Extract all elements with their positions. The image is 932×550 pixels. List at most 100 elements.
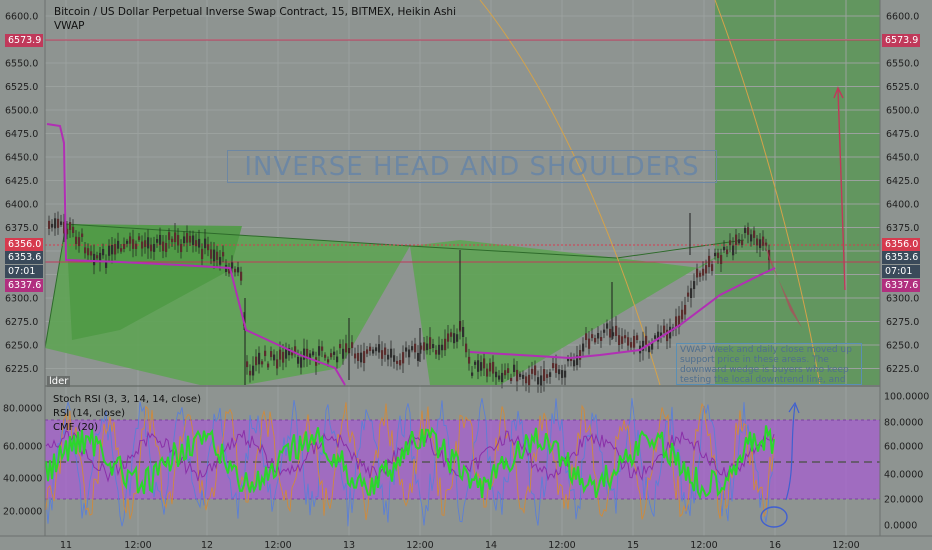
- osc-tick-right: 0.0000: [884, 521, 917, 532]
- candle-body: [186, 233, 189, 243]
- candle-body: [108, 245, 111, 256]
- candle-body: [693, 281, 696, 290]
- stoch-rsi-legend[interactable]: Stoch RSI (3, 3, 14, 14, close): [53, 394, 201, 405]
- candle-body: [549, 372, 552, 377]
- candle-body: [279, 349, 282, 360]
- candle-body: [423, 342, 426, 351]
- candle-body: [495, 371, 498, 378]
- candle-body: [255, 356, 258, 366]
- candle-body: [180, 243, 183, 253]
- candle-body: [510, 377, 513, 382]
- time-label: 12:00: [832, 540, 859, 550]
- candle-body: [402, 352, 405, 364]
- candle-body: [552, 363, 555, 369]
- candle-body: [72, 226, 75, 233]
- price-tick-left: 6400.0: [5, 200, 38, 211]
- time-label: 12:00: [406, 540, 433, 550]
- price-tick-left: 6300.0: [5, 294, 38, 305]
- candle-body: [276, 359, 279, 369]
- candle-body: [474, 361, 477, 365]
- candle-body: [192, 235, 195, 246]
- price-tick-right: 6475.0: [886, 129, 919, 140]
- chart-canvas[interactable]: 6600.06600.06575.06575.06550.06550.06525…: [0, 0, 932, 550]
- candle-body: [645, 335, 648, 345]
- candle-body: [615, 325, 618, 336]
- candle-body: [528, 374, 531, 386]
- candle-body: [618, 335, 621, 346]
- price-tick-left: 6250.0: [5, 341, 38, 352]
- cmf-legend[interactable]: CMF (20): [53, 422, 98, 433]
- candle-body: [414, 343, 417, 353]
- candle-body: [153, 243, 156, 252]
- candle-body: [336, 356, 339, 363]
- price-tick-right: 6500.0: [886, 106, 919, 117]
- candle-body: [273, 354, 276, 361]
- candle-body: [486, 368, 489, 377]
- candle-body: [720, 255, 723, 264]
- chart-title: Bitcoin / US Dollar Perpetual Inverse Sw…: [54, 6, 457, 18]
- candle-body: [366, 349, 369, 354]
- osc-tick-right: 60.0000: [884, 442, 923, 453]
- candle-body: [441, 344, 444, 351]
- price-tag-left: 07:01: [5, 265, 43, 278]
- candle-body: [384, 347, 387, 355]
- price-tag-right: 6337.6: [882, 279, 920, 292]
- candle-body: [438, 344, 441, 355]
- candle-body: [426, 343, 429, 351]
- candle-body: [300, 357, 303, 368]
- candle-body: [330, 353, 333, 358]
- candle-body: [702, 268, 705, 276]
- shaded-area: [715, 0, 880, 385]
- time-label: 12:00: [548, 540, 575, 550]
- candle-body: [261, 361, 264, 365]
- candle-body: [744, 227, 747, 233]
- candle-body: [429, 337, 432, 349]
- candle-body: [387, 354, 390, 360]
- candle-body: [756, 238, 759, 246]
- rsi-legend[interactable]: RSI (14, close): [53, 408, 125, 419]
- candle-body: [675, 316, 678, 328]
- candle-body: [303, 348, 306, 360]
- candle-body: [210, 249, 213, 259]
- price-tick-right: 6275.0: [886, 317, 919, 328]
- candle-body: [156, 239, 159, 243]
- candle-body: [174, 232, 177, 243]
- candle-body: [417, 352, 420, 361]
- candle-body: [390, 348, 393, 358]
- candle-body: [252, 365, 255, 376]
- pattern-label[interactable]: INVERSE HEAD AND SHOULDERS: [227, 150, 717, 183]
- candle-body: [204, 238, 207, 249]
- candle-body: [606, 323, 609, 329]
- candle-body: [234, 268, 237, 273]
- candle-body: [585, 333, 588, 341]
- time-label: 12:00: [124, 540, 151, 550]
- candle-body: [525, 376, 528, 384]
- candle-body: [291, 352, 294, 356]
- candle-body: [195, 240, 198, 247]
- price-tick-left: 6525.0: [5, 82, 38, 93]
- candle-body: [447, 333, 450, 342]
- candle-body: [759, 239, 762, 248]
- candle-body: [654, 335, 657, 339]
- candle-body: [351, 342, 354, 349]
- candle-body: [627, 337, 630, 346]
- candle-body: [393, 355, 396, 362]
- candle-body: [237, 267, 240, 273]
- vwap-legend[interactable]: VWAP: [54, 20, 85, 32]
- analysis-note[interactable]: VWAP Week and daily close moved up suppo…: [676, 343, 862, 385]
- candle-body: [165, 243, 168, 252]
- osc-tick-left: 40.0000: [3, 474, 42, 485]
- price-tick-right: 6425.0: [886, 176, 919, 187]
- candle-body: [222, 252, 225, 257]
- candle-body: [456, 334, 459, 342]
- candle-body: [609, 328, 612, 338]
- price-tick-left: 6425.0: [5, 176, 38, 187]
- candle-body: [591, 334, 594, 339]
- osc-tick-left: 60.0000: [3, 442, 42, 453]
- candle-body: [684, 304, 687, 315]
- price-tag-right: 07:01: [882, 265, 920, 278]
- candle-body: [405, 347, 408, 352]
- osc-tick-right: 80.0000: [884, 418, 923, 429]
- price-tick-left: 6600.0: [5, 12, 38, 23]
- candle-body: [522, 374, 525, 379]
